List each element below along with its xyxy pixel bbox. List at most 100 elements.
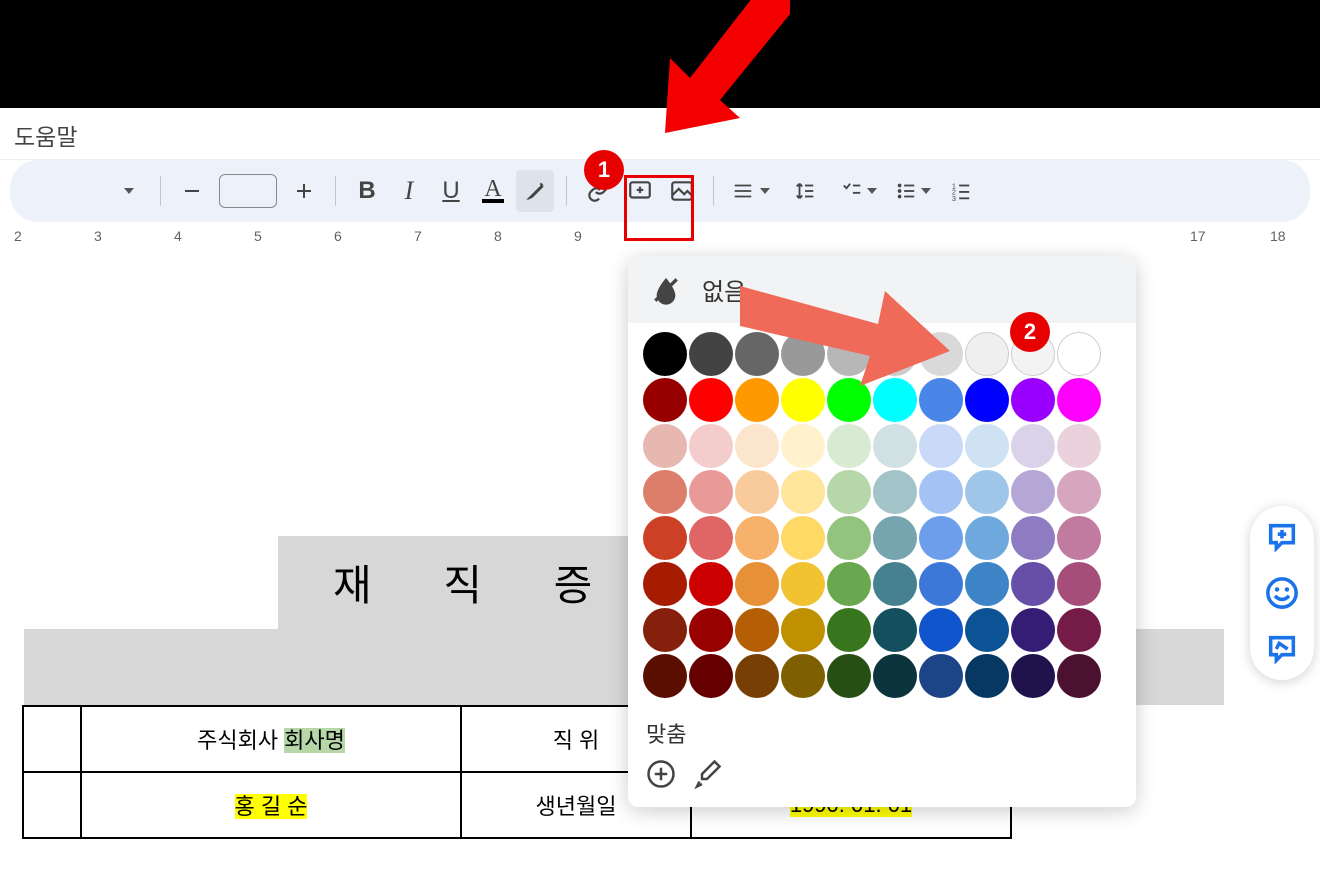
color-swatch[interactable]	[965, 470, 1009, 514]
color-swatch[interactable]	[1011, 608, 1055, 652]
color-swatch[interactable]	[1057, 470, 1101, 514]
bulleted-list-button[interactable]	[888, 170, 938, 212]
color-swatch[interactable]	[919, 654, 963, 698]
side-suggest-button[interactable]	[1265, 632, 1299, 666]
color-swatch[interactable]	[965, 332, 1009, 376]
color-swatch[interactable]	[1011, 562, 1055, 606]
color-swatch[interactable]	[781, 562, 825, 606]
checklist-button[interactable]	[834, 170, 884, 212]
color-swatch[interactable]	[1057, 608, 1101, 652]
color-swatch[interactable]	[1057, 654, 1101, 698]
color-swatch[interactable]	[735, 424, 779, 468]
color-swatch[interactable]	[643, 470, 687, 514]
color-swatch[interactable]	[1057, 424, 1101, 468]
color-swatch[interactable]	[873, 562, 917, 606]
italic-button[interactable]: I	[390, 170, 428, 212]
annotation-box-1	[624, 175, 694, 241]
color-swatch[interactable]	[873, 470, 917, 514]
align-button[interactable]	[726, 170, 776, 212]
bullet-list-icon	[895, 180, 917, 202]
color-swatch[interactable]	[689, 470, 733, 514]
color-swatch[interactable]	[873, 424, 917, 468]
separator	[335, 176, 336, 206]
color-swatch[interactable]	[919, 470, 963, 514]
text-color-button[interactable]: A	[474, 170, 512, 212]
color-swatch[interactable]	[827, 654, 871, 698]
numbered-list-button[interactable]: 123	[942, 170, 980, 212]
color-swatch[interactable]	[643, 562, 687, 606]
color-swatch[interactable]	[873, 608, 917, 652]
annotation-arrow-1	[630, 0, 830, 148]
checklist-icon	[841, 180, 863, 202]
color-swatch[interactable]	[1011, 654, 1055, 698]
color-swatch[interactable]	[827, 516, 871, 560]
color-swatch[interactable]	[689, 562, 733, 606]
color-swatch[interactable]	[735, 470, 779, 514]
underline-button[interactable]: U	[432, 170, 470, 212]
color-swatch[interactable]	[1011, 424, 1055, 468]
color-swatch[interactable]	[873, 516, 917, 560]
color-swatch[interactable]	[781, 608, 825, 652]
font-size-input[interactable]	[219, 174, 277, 208]
color-swatch[interactable]	[1011, 516, 1055, 560]
color-swatch[interactable]	[689, 424, 733, 468]
zoom-dropdown[interactable]	[110, 170, 148, 212]
color-swatch[interactable]	[1011, 378, 1055, 422]
color-swatch[interactable]	[1057, 332, 1101, 376]
color-swatch[interactable]	[827, 608, 871, 652]
color-swatch[interactable]	[965, 516, 1009, 560]
separator	[566, 176, 567, 206]
line-spacing-button[interactable]	[780, 170, 830, 212]
color-swatch[interactable]	[965, 608, 1009, 652]
color-swatch[interactable]	[643, 332, 687, 376]
color-swatch[interactable]	[735, 562, 779, 606]
line-spacing-icon	[794, 180, 816, 202]
side-emoji-button[interactable]	[1265, 576, 1299, 610]
font-size-increase[interactable]	[285, 170, 323, 212]
color-swatch[interactable]	[781, 470, 825, 514]
color-swatch[interactable]	[735, 654, 779, 698]
color-swatch[interactable]	[735, 608, 779, 652]
color-swatch[interactable]	[643, 608, 687, 652]
color-swatch[interactable]	[781, 516, 825, 560]
color-swatch[interactable]	[827, 424, 871, 468]
color-swatch[interactable]	[689, 516, 733, 560]
color-swatch[interactable]	[827, 562, 871, 606]
table-cell[interactable]: 홍 길 순	[81, 772, 461, 838]
color-swatch[interactable]	[1057, 516, 1101, 560]
side-comment-button[interactable]	[1265, 520, 1299, 554]
color-swatch[interactable]	[965, 654, 1009, 698]
color-swatch[interactable]	[919, 562, 963, 606]
color-swatch[interactable]	[643, 516, 687, 560]
svg-text:3: 3	[952, 194, 956, 202]
color-swatch[interactable]	[643, 654, 687, 698]
color-swatch[interactable]	[781, 424, 825, 468]
color-swatch[interactable]	[689, 608, 733, 652]
color-swatch[interactable]	[965, 378, 1009, 422]
plus-circle-icon	[646, 759, 676, 789]
color-swatch[interactable]	[643, 424, 687, 468]
color-swatch[interactable]	[1057, 562, 1101, 606]
menu-help[interactable]: 도움말	[14, 124, 77, 150]
color-swatch[interactable]	[919, 608, 963, 652]
color-swatch[interactable]	[1011, 470, 1055, 514]
color-swatch[interactable]	[827, 470, 871, 514]
highlighter-icon	[522, 178, 548, 204]
color-swatch[interactable]	[919, 516, 963, 560]
table-cell[interactable]: 주식회사 회사명	[81, 706, 461, 772]
color-swatch[interactable]	[873, 654, 917, 698]
color-swatch[interactable]	[919, 424, 963, 468]
color-swatch[interactable]	[781, 654, 825, 698]
no-color-icon	[650, 274, 682, 306]
color-swatch[interactable]	[1057, 378, 1101, 422]
eyedropper-button[interactable]	[692, 759, 722, 789]
font-size-decrease[interactable]	[173, 170, 211, 212]
color-swatch[interactable]	[689, 654, 733, 698]
color-swatch[interactable]	[643, 378, 687, 422]
color-swatch[interactable]	[965, 562, 1009, 606]
bold-button[interactable]: B	[348, 170, 386, 212]
color-swatch[interactable]	[735, 516, 779, 560]
highlight-color-button[interactable]	[516, 170, 554, 212]
color-swatch[interactable]	[965, 424, 1009, 468]
add-custom-color-button[interactable]	[646, 759, 676, 789]
